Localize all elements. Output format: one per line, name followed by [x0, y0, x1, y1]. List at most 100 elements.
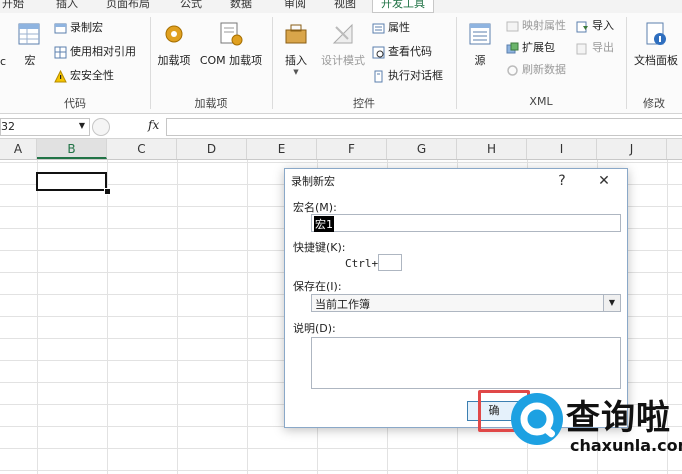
com-addins-icon [220, 22, 243, 46]
view-code-icon [372, 46, 385, 58]
expansion-packs-button[interactable]: 扩展包 [506, 39, 555, 57]
macro-name-input[interactable]: 宏1 [311, 214, 621, 232]
column-header-g[interactable]: G [387, 139, 457, 159]
design-ruler-icon [332, 23, 353, 44]
column-header-h[interactable]: H [457, 139, 527, 159]
properties-button[interactable]: 属性 [372, 19, 410, 37]
expansion-packs-label: 扩展包 [522, 41, 555, 54]
properties-label: 属性 [388, 21, 410, 34]
xml-export-button[interactable]: 导出 [576, 39, 614, 57]
dialog-title: 录制新宏 [291, 175, 335, 188]
tab-developer[interactable]: 开发工具 [372, 0, 434, 13]
macros-button[interactable]: 宏 [16, 21, 44, 68]
tab-review[interactable]: 审阅 [284, 0, 306, 12]
column-header-d[interactable]: D [177, 139, 247, 159]
dialog-close-button[interactable]: ✕ [589, 169, 619, 193]
store-in-value: 当前工作簿 [315, 298, 370, 311]
run-dialog-button[interactable]: 执行对话框 [372, 67, 443, 85]
name-box[interactable]: 32 ▼ [0, 118, 90, 136]
xml-import-label: 导入 [592, 19, 614, 32]
chaxunla-watermark: 查询啦 chaxunla.com [508, 386, 682, 474]
store-in-select[interactable]: 当前工作簿 ▼ [311, 294, 621, 312]
xml-export-label: 导出 [592, 41, 614, 54]
record-macro-icon [54, 23, 67, 33]
xml-import-button[interactable]: 导入 [576, 17, 614, 35]
ribbon-tab-row: 开始 插入 页面布局 公式 数据 审阅 视图 开发工具 [0, 0, 682, 13]
relative-reference-button[interactable]: 使用相对引用 [54, 43, 136, 61]
formula-input[interactable] [166, 118, 682, 136]
macro-name-value: 宏1 [314, 216, 334, 232]
record-macro-label: 录制宏 [70, 21, 103, 34]
tab-home[interactable]: 开始 [2, 0, 24, 12]
warning-icon [54, 69, 67, 82]
insert-control-label: 插入 [285, 54, 307, 67]
properties-icon [372, 23, 385, 33]
map-properties-label: 映射属性 [522, 19, 566, 32]
formula-collapse-icon [92, 118, 110, 136]
column-header-c[interactable]: C [107, 139, 177, 159]
insert-function-button[interactable]: fx [148, 118, 159, 132]
watermark-brand-url: chaxunla.com [570, 436, 682, 455]
group-label-code: 代码 [64, 97, 86, 110]
shortcut-key-input[interactable] [378, 254, 402, 271]
toolbox-icon [285, 24, 307, 44]
group-label-addins: 加载项 [194, 97, 228, 110]
macro-security-button[interactable]: 宏安全性 [54, 67, 114, 85]
macros-label: 宏 [24, 54, 36, 67]
tab-data[interactable]: 数据 [230, 0, 252, 12]
macro-security-label: 宏安全性 [70, 69, 114, 82]
refresh-icon [507, 64, 518, 76]
chevron-down-icon: ▼ [293, 68, 299, 76]
column-header-j[interactable]: J [597, 139, 667, 159]
xml-source-icon [469, 23, 491, 45]
store-in-label: 保存在(I): [293, 280, 342, 293]
insert-control-button[interactable]: 插入 ▼ [278, 21, 314, 76]
visual-basic-button-partial[interactable]: c [0, 53, 6, 71]
addins-label: 加载项 [157, 54, 191, 67]
group-label-modify: 修改 [643, 97, 665, 110]
column-header-a[interactable]: A [0, 139, 37, 159]
run-dialog-icon [374, 70, 383, 82]
tab-formulas[interactable]: 公式 [180, 0, 202, 12]
macro-name-label: 宏名(M): [293, 201, 337, 214]
description-textarea[interactable] [311, 337, 621, 389]
column-header-e[interactable]: E [247, 139, 317, 159]
name-box-value: 32 [1, 120, 15, 133]
addins-button[interactable]: 加载项 [154, 21, 194, 68]
view-code-button[interactable]: 查看代码 [372, 43, 432, 61]
fill-handle[interactable] [104, 188, 111, 195]
relative-reference-icon [54, 46, 67, 58]
document-panel-button[interactable]: 文档面板 [630, 21, 682, 68]
chevron-down-icon[interactable]: ▼ [603, 295, 620, 311]
ctrl-prefix-label: Ctrl+ [345, 257, 379, 270]
column-header-row: A B C D E F G H I J [0, 139, 682, 160]
description-label: 说明(D): [293, 322, 336, 335]
xml-source-button[interactable]: 源 [464, 21, 496, 68]
com-addins-label: COM 加载项 [199, 54, 263, 67]
map-properties-button[interactable]: 映射属性 [506, 17, 566, 35]
macro-sheet-icon [18, 23, 40, 45]
active-cell[interactable] [36, 172, 107, 191]
com-addins-button[interactable]: COM 加载项 [196, 21, 266, 68]
xml-source-label: 源 [474, 54, 486, 67]
tab-page-layout[interactable]: 页面布局 [106, 0, 150, 12]
watermark-brand-cn: 查询啦 [566, 398, 671, 438]
design-mode-button[interactable]: 设计模式 [318, 21, 368, 68]
column-header-f[interactable]: F [317, 139, 387, 159]
run-dialog-label: 执行对话框 [388, 69, 443, 82]
import-icon [576, 21, 588, 32]
group-label-controls: 控件 [353, 97, 375, 110]
chaxunla-logo-icon [511, 393, 563, 445]
refresh-data-label: 刷新数据 [522, 63, 566, 76]
column-header-b[interactable]: B [37, 139, 107, 159]
tab-insert[interactable]: 插入 [56, 0, 78, 12]
document-panel-label: 文档面板 [634, 54, 678, 67]
chevron-down-icon: ▼ [78, 121, 85, 130]
ribbon: c 宏 录制宏 使用相对引用 宏安全性 代码 加载项 COM 加载项 加载项 插… [0, 13, 682, 114]
map-properties-icon [506, 21, 519, 31]
column-header-i[interactable]: I [527, 139, 597, 159]
dialog-help-button[interactable]: ? [547, 169, 577, 193]
refresh-data-button[interactable]: 刷新数据 [506, 61, 566, 79]
record-macro-button[interactable]: 录制宏 [54, 19, 103, 37]
tab-view[interactable]: 视图 [334, 0, 356, 12]
